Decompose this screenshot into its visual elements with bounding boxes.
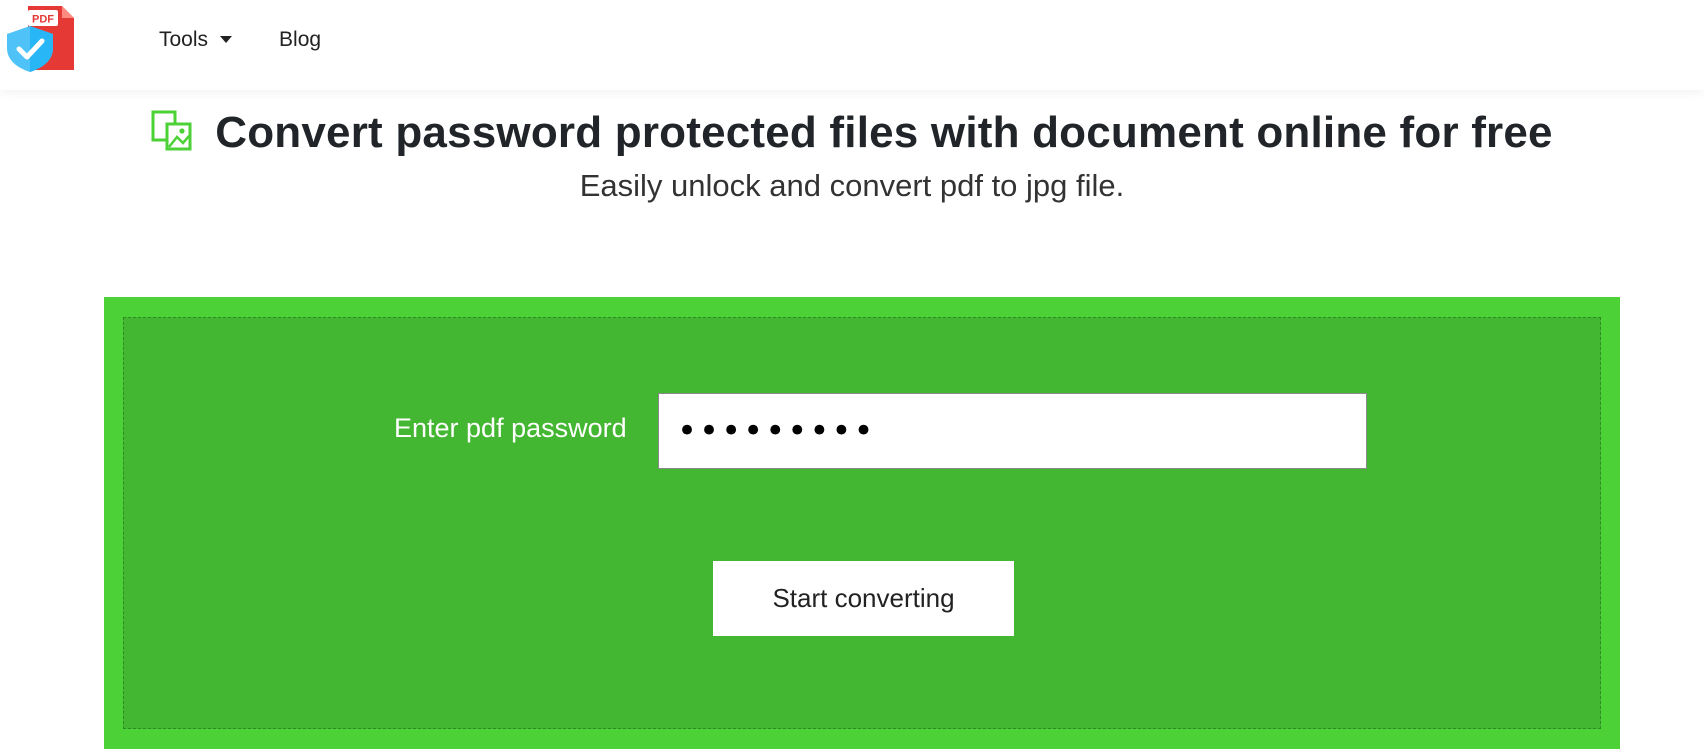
converter-panel: Enter pdf password Start converting (104, 297, 1620, 749)
nav-links: Tools Blog (159, 0, 368, 80)
svg-text:PDF: PDF (32, 14, 54, 26)
password-row: Enter pdf password (124, 393, 1600, 469)
pdf-shield-logo-icon[interactable]: PDF (4, 4, 74, 72)
navbar: PDF Tools Blog (0, 0, 1704, 90)
document-image-icon (151, 110, 192, 151)
drop-zone[interactable]: Enter pdf password Start converting (123, 317, 1601, 729)
hero: Convert password protected files with do… (0, 108, 1704, 204)
start-converting-button[interactable]: Start converting (713, 561, 1014, 636)
caret-down-icon (220, 35, 233, 43)
tools-label: Tools (159, 28, 209, 51)
page-subtitle: Easily unlock and convert pdf to jpg fil… (579, 168, 1125, 203)
page-title-text: Convert password protected files with do… (215, 108, 1553, 157)
blog-label: Blog (279, 28, 322, 51)
tools-dropdown[interactable]: Tools (159, 28, 233, 52)
blog-link[interactable]: Blog (279, 28, 321, 52)
page-title: Convert password protected files with do… (151, 108, 1553, 158)
password-label: Enter pdf password (394, 413, 627, 443)
password-input[interactable] (658, 393, 1367, 469)
